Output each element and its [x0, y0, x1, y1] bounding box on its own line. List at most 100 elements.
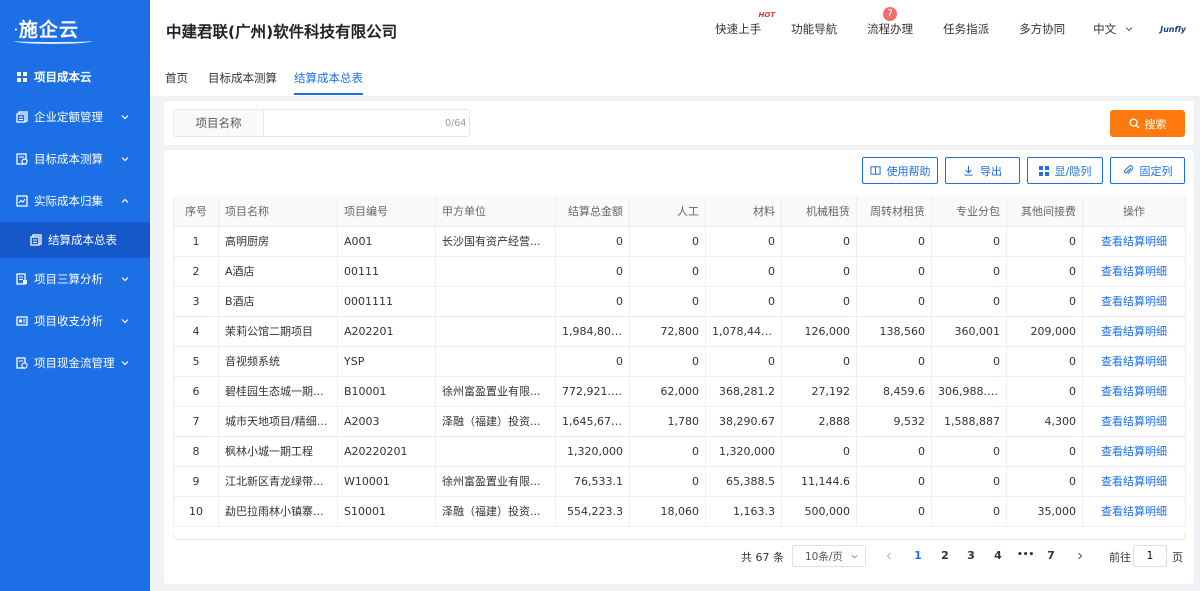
cell-index: 9: [173, 466, 219, 497]
sidebar-item-cash-flow[interactable]: 项目现金流管理: [0, 342, 150, 384]
cell-client: 长沙国有资产经营...: [435, 226, 556, 257]
view-settlement-detail-link[interactable]: 查看结算明细: [1101, 445, 1167, 458]
view-settlement-detail-link[interactable]: 查看结算明细: [1101, 505, 1167, 518]
page-size-select[interactable]: 10条/页: [792, 545, 866, 567]
sidebar-item-three-calc-analysis[interactable]: 项目三算分析: [0, 258, 150, 300]
nav-quick-start[interactable]: 快速上手 HOT: [715, 11, 775, 37]
chevron-left-icon[interactable]: [884, 551, 894, 561]
tab-settlement-summary[interactable]: 结算成本总表: [294, 70, 363, 95]
fix-columns-button[interactable]: 固定列: [1110, 157, 1185, 184]
nav-process[interactable]: 7 流程办理: [867, 7, 913, 37]
view-settlement-detail-link[interactable]: 查看结算明细: [1101, 235, 1167, 248]
cell-project-name: 枫林小城一期工程: [218, 436, 338, 467]
cell-material: 38,290.67: [705, 406, 782, 437]
view-settlement-detail-link[interactable]: 查看结算明细: [1101, 385, 1167, 398]
cell-total: 554,223.3: [555, 496, 630, 527]
money-document-icon: [16, 357, 28, 369]
cell-turnover: 9,532: [856, 406, 932, 437]
tab-home[interactable]: 首页: [165, 70, 188, 86]
table-row: 6 碧桂园生态城一期... B10001 徐州富盈置业有限... 772,921.18 6…: [173, 376, 1186, 407]
sidebar-item-project-cost-cloud[interactable]: 项目成本云: [0, 58, 150, 96]
col-header-total: 结算总金额: [555, 196, 630, 227]
sidebar-item-target-cost[interactable]: 目标成本测算: [0, 138, 150, 180]
cell-machinery: 27,192: [781, 376, 857, 407]
logo-text: 施企云: [18, 18, 79, 41]
search-button[interactable]: 搜索: [1110, 110, 1185, 137]
table-row: 4 茉莉公馆二期项目 A202201 1,984,805.... 72,800 1,078…: [173, 316, 1186, 347]
goto-label: 前往: [1109, 551, 1131, 564]
page-2[interactable]: 2: [938, 549, 952, 562]
cell-machinery: 126,000: [781, 316, 857, 347]
sidebar-item-income-expense[interactable]: 项目收支分析: [0, 300, 150, 342]
wallet-icon: [16, 315, 28, 327]
view-settlement-detail-link[interactable]: 查看结算明细: [1101, 415, 1167, 428]
nav-function-guide[interactable]: 功能导航: [791, 21, 837, 37]
col-header-machinery: 机械租赁: [781, 196, 857, 227]
cell-indirect: 4,300: [1006, 406, 1083, 437]
export-button[interactable]: 导出: [945, 157, 1020, 184]
cell-indirect: 0: [1006, 286, 1083, 317]
goto-suffix: 页: [1172, 551, 1183, 564]
nav-task-assign[interactable]: 任务指派: [943, 21, 989, 37]
page-7[interactable]: 7: [1044, 549, 1058, 562]
table-row: 1 高明厨房 A001 长沙国有资产经营... 0 0 0 0 0 0 0 查看结算明细: [173, 226, 1186, 257]
page-4[interactable]: 4: [991, 549, 1005, 562]
cell-action: 查看结算明细: [1082, 436, 1186, 467]
project-name-input[interactable]: [263, 109, 470, 137]
page-1[interactable]: 1: [911, 549, 925, 562]
cell-project-name: 高明厨房: [218, 226, 338, 257]
app-logo[interactable]: ·施企云: [0, 0, 150, 58]
document-stack-icon: [16, 111, 28, 123]
cell-client: [435, 316, 556, 347]
cell-index: 8: [173, 436, 219, 467]
col-header-indirect: 其他间接费: [1006, 196, 1083, 227]
table-scroll-area[interactable]: [173, 532, 1185, 540]
sidebar-item-actual-cost[interactable]: 实际成本归集: [0, 180, 150, 222]
table-body: 1 高明厨房 A001 长沙国有资产经营... 0 0 0 0 0 0 0 查看结算明细 2 A酒店 001…: [173, 226, 1186, 527]
view-settlement-detail-link[interactable]: 查看结算明细: [1101, 325, 1167, 338]
language-label: 中文: [1093, 22, 1117, 36]
chevron-right-icon[interactable]: [1075, 551, 1085, 561]
help-button-label: 使用帮助: [886, 164, 931, 178]
sidebar-item-settlement-summary[interactable]: 结算成本总表: [0, 222, 150, 258]
page-3[interactable]: 3: [964, 549, 978, 562]
cell-turnover: 0: [856, 346, 932, 377]
cell-total: 1,984,805....: [555, 316, 630, 347]
export-button-label: 导出: [980, 164, 1002, 178]
cell-project-code: YSP: [337, 346, 436, 377]
download-icon: [964, 165, 973, 176]
col-header-project-code: 项目编号: [337, 196, 436, 227]
view-settlement-detail-link[interactable]: 查看结算明细: [1101, 265, 1167, 278]
cell-machinery: 0: [781, 436, 857, 467]
cell-machinery: 500,000: [781, 496, 857, 527]
cell-client: 泽融（福建）投资...: [435, 496, 556, 527]
toggle-columns-button[interactable]: 显/隐列: [1027, 157, 1103, 184]
tab-target-cost[interactable]: 目标成本测算: [208, 70, 277, 86]
view-settlement-detail-link[interactable]: 查看结算明细: [1101, 355, 1167, 368]
cell-labor: 0: [629, 256, 706, 287]
hot-badge: HOT: [758, 11, 776, 19]
view-settlement-detail-link[interactable]: 查看结算明细: [1101, 475, 1167, 488]
page-ellipsis[interactable]: •••: [1017, 550, 1034, 560]
language-switch[interactable]: 中文: [1093, 21, 1134, 37]
nav-collaboration[interactable]: 多方协同: [1019, 21, 1065, 37]
view-settlement-detail-link[interactable]: 查看结算明细: [1101, 295, 1167, 308]
search-icon: [1128, 118, 1140, 129]
cell-project-name: 茉莉公馆二期项目: [218, 316, 338, 347]
sidebar-item-quota-management[interactable]: 企业定额管理: [0, 96, 150, 138]
cell-project-code: A001: [337, 226, 436, 257]
chevron-down-icon: [121, 277, 129, 282]
cell-action: 查看结算明细: [1082, 406, 1186, 437]
goto-page-input[interactable]: [1133, 545, 1167, 567]
cell-project-name: 碧桂园生态城一期...: [218, 376, 338, 407]
page-tabs: 首页 目标成本测算 结算成本总表: [150, 58, 1200, 96]
cell-turnover: 8,459.6: [856, 376, 932, 407]
help-button[interactable]: 使用帮助: [862, 157, 938, 184]
cell-index: 6: [173, 376, 219, 407]
col-header-client: 甲方单位: [435, 196, 556, 227]
cell-subcontract: 0: [931, 286, 1007, 317]
chevron-down-icon: [1125, 27, 1133, 32]
sidebar-item-label: 项目成本云: [34, 70, 92, 84]
cell-action: 查看结算明细: [1082, 316, 1186, 347]
book-icon: [869, 166, 881, 175]
